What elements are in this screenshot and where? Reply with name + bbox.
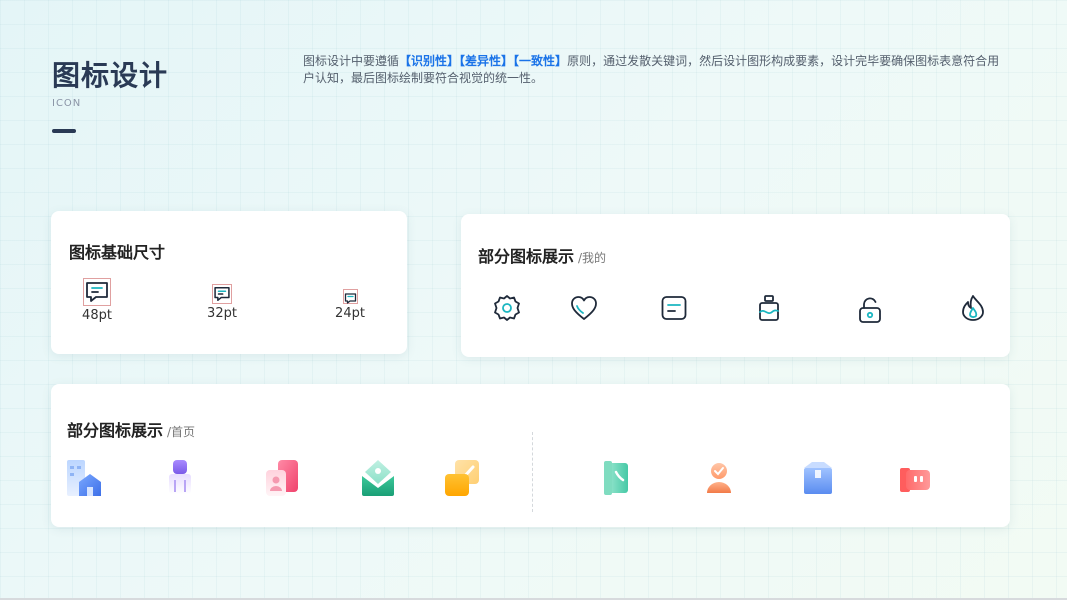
title-underline bbox=[52, 129, 76, 133]
size-card-title: 图标基础尺寸 bbox=[69, 243, 166, 262]
size-item-24: 24pt bbox=[332, 289, 368, 321]
home-card-divider bbox=[532, 432, 533, 512]
user-badge-icon bbox=[699, 458, 739, 498]
chat-bubble-icon bbox=[342, 289, 358, 304]
home-card-title-suffix: /首页 bbox=[167, 425, 196, 439]
message-card-icon bbox=[657, 291, 691, 325]
desc-prefix: 图标设计中要遵循 bbox=[303, 54, 400, 68]
size-item-32: 32pt bbox=[204, 284, 240, 321]
desc-highlight-difference: 【差异性】 bbox=[459, 54, 514, 68]
home-icons-card: 部分图标展示/首页 bbox=[51, 384, 1010, 527]
mine-card-title-text: 部分图标展示 bbox=[478, 247, 575, 266]
page-title: 图标设计 bbox=[52, 59, 169, 92]
size-label-24: 24pt bbox=[335, 306, 365, 321]
edit-note-icon bbox=[443, 458, 483, 498]
chat-bubble-icon bbox=[212, 284, 232, 304]
bottle-icon bbox=[752, 291, 786, 325]
desc-highlight-recognizability: 【识别性】 bbox=[399, 54, 460, 68]
vote-icon bbox=[896, 458, 936, 498]
desc-highlight-consistency: 【一致性】 bbox=[513, 54, 568, 68]
settings-gear-icon bbox=[490, 291, 524, 325]
page-description: 图标设计中要遵循【识别性】【差异性】【一致性】原则，通过发散关键词，然后设计图形… bbox=[303, 53, 1008, 87]
location-envelope-icon bbox=[358, 458, 398, 498]
size-item-48: 48pt bbox=[79, 278, 115, 323]
home-card-title-text: 部分图标展示 bbox=[67, 421, 164, 440]
heart-icon bbox=[567, 291, 601, 325]
package-icon bbox=[798, 458, 838, 498]
size-label-48: 48pt bbox=[82, 308, 112, 323]
phone-book-icon bbox=[597, 458, 637, 498]
icon-size-card: 图标基础尺寸 48pt 32pt 24pt bbox=[51, 211, 407, 354]
mine-card-title-suffix: /我的 bbox=[578, 251, 607, 265]
lamp-icon bbox=[160, 458, 200, 498]
mine-icons-card: 部分图标展示/我的 bbox=[461, 214, 1010, 357]
page-subtitle: ICON bbox=[52, 98, 82, 109]
contact-card-icon bbox=[262, 458, 302, 498]
flame-icon bbox=[956, 291, 990, 325]
buildings-icon bbox=[65, 458, 105, 498]
mine-card-title: 部分图标展示/我的 bbox=[478, 243, 606, 267]
size-label-32: 32pt bbox=[207, 306, 237, 321]
unlock-icon bbox=[853, 293, 887, 327]
chat-bubble-icon bbox=[83, 278, 111, 306]
home-card-title: 部分图标展示/首页 bbox=[67, 417, 195, 441]
